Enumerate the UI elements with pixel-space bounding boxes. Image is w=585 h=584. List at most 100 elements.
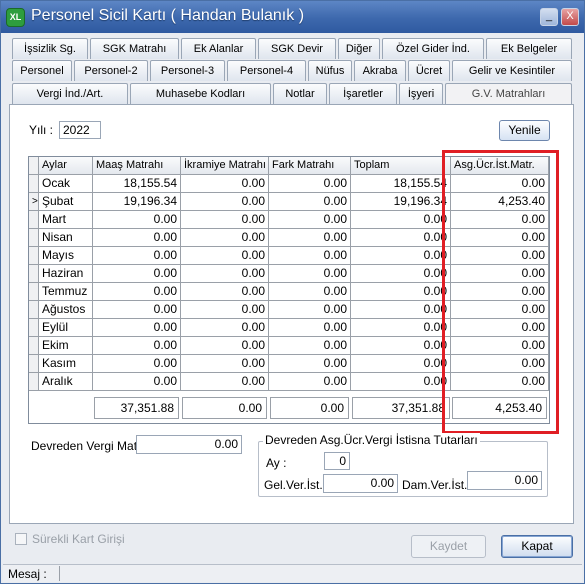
row-indicator[interactable] bbox=[29, 355, 39, 373]
grid-cell[interactable]: 0.00 bbox=[269, 247, 351, 265]
month-cell[interactable]: Ekim bbox=[39, 337, 93, 355]
grid-cell[interactable]: 0.00 bbox=[269, 373, 351, 391]
grid-cell[interactable]: 0.00 bbox=[93, 337, 181, 355]
grid-cell[interactable]: 0.00 bbox=[451, 247, 549, 265]
row-indicator[interactable] bbox=[29, 229, 39, 247]
minimize-button[interactable]: _ bbox=[540, 8, 558, 26]
tab-isyeri[interactable]: İşyeri bbox=[399, 83, 443, 104]
month-cell[interactable]: Kasım bbox=[39, 355, 93, 373]
grid-cell[interactable]: 0.00 bbox=[181, 355, 269, 373]
grid-cell[interactable]: 0.00 bbox=[269, 301, 351, 319]
tab-akraba[interactable]: Akraba bbox=[354, 60, 406, 81]
row-indicator[interactable] bbox=[29, 265, 39, 283]
grid-cell[interactable]: 0.00 bbox=[351, 211, 451, 229]
column-header[interactable]: Toplam bbox=[351, 157, 451, 175]
grid-cell[interactable]: 0.00 bbox=[269, 355, 351, 373]
tab-personel[interactable]: Personel bbox=[12, 60, 72, 81]
grid-cell[interactable]: 0.00 bbox=[451, 283, 549, 301]
grid-cell[interactable]: 0.00 bbox=[181, 175, 269, 193]
grid-cell[interactable]: 0.00 bbox=[351, 283, 451, 301]
grid-cell[interactable]: 18,155.54 bbox=[93, 175, 181, 193]
month-cell[interactable]: Mart bbox=[39, 211, 93, 229]
grid-cell[interactable]: 0.00 bbox=[181, 373, 269, 391]
month-cell[interactable]: Aralık bbox=[39, 373, 93, 391]
grid-cell[interactable]: 0.00 bbox=[451, 211, 549, 229]
row-indicator[interactable]: > bbox=[29, 193, 39, 211]
month-cell[interactable]: Şubat bbox=[39, 193, 93, 211]
row-indicator[interactable] bbox=[29, 301, 39, 319]
grid-cell[interactable]: 0.00 bbox=[451, 265, 549, 283]
grid-cell[interactable]: 0.00 bbox=[269, 229, 351, 247]
tab-issizlik[interactable]: İşsizlik Sg. bbox=[12, 38, 88, 59]
grid-cell[interactable]: 0.00 bbox=[181, 229, 269, 247]
column-header[interactable]: Fark Matrahı bbox=[269, 157, 351, 175]
tab-personel-2[interactable]: Personel-2 bbox=[74, 60, 148, 81]
grid-cell[interactable]: 0.00 bbox=[181, 301, 269, 319]
grid-cell[interactable]: 0.00 bbox=[351, 247, 451, 265]
grid-cell[interactable]: 0.00 bbox=[451, 337, 549, 355]
month-cell[interactable]: Ocak bbox=[39, 175, 93, 193]
grid-cell[interactable]: 0.00 bbox=[451, 319, 549, 337]
row-indicator[interactable] bbox=[29, 283, 39, 301]
tab-ucret[interactable]: Ücret bbox=[408, 60, 450, 81]
tab-sgk-devir[interactable]: SGK Devir bbox=[258, 38, 336, 59]
grid-cell[interactable]: 0.00 bbox=[181, 211, 269, 229]
tab-diger[interactable]: Diğer bbox=[338, 38, 380, 59]
grid-cell[interactable]: 0.00 bbox=[93, 373, 181, 391]
stamp-tax-exemption-input[interactable]: 0.00 bbox=[467, 471, 542, 490]
save-button[interactable]: Kaydet bbox=[411, 535, 486, 558]
column-header[interactable]: Aylar bbox=[39, 157, 93, 175]
grid-cell[interactable]: 0.00 bbox=[181, 247, 269, 265]
tab-sgk-matrah[interactable]: SGK Matrahı bbox=[90, 38, 179, 59]
title-bar[interactable]: XL Personel Sicil Kartı ( Handan Bulanık… bbox=[1, 1, 584, 33]
grid-cell[interactable]: 0.00 bbox=[269, 265, 351, 283]
tab-isaretler[interactable]: İşaretler bbox=[329, 83, 397, 104]
grid-cell[interactable]: 0.00 bbox=[451, 373, 549, 391]
close-window-button[interactable]: X bbox=[561, 8, 579, 26]
grid-cell[interactable]: 0.00 bbox=[181, 265, 269, 283]
grid-cell[interactable]: 4,253.40 bbox=[451, 193, 549, 211]
grid-cell[interactable]: 0.00 bbox=[93, 355, 181, 373]
row-indicator[interactable] bbox=[29, 337, 39, 355]
grid-cell[interactable]: 0.00 bbox=[93, 247, 181, 265]
continuous-entry-checkbox[interactable] bbox=[15, 533, 27, 545]
grid-cell[interactable]: 0.00 bbox=[351, 373, 451, 391]
grid-cell[interactable]: 0.00 bbox=[181, 283, 269, 301]
tab-gelir-kesintiler[interactable]: Gelir ve Kesintiler bbox=[452, 60, 572, 81]
tab-vergi-ind[interactable]: Vergi İnd./Art. bbox=[12, 83, 128, 104]
grid-cell[interactable]: 0.00 bbox=[269, 211, 351, 229]
tab-ek-alanlar[interactable]: Ek Alanlar bbox=[181, 38, 256, 59]
tab-notlar[interactable]: Notlar bbox=[273, 83, 327, 104]
grid-cell[interactable]: 0.00 bbox=[451, 229, 549, 247]
grid-cell[interactable]: 0.00 bbox=[181, 319, 269, 337]
tab-ek-belgeler[interactable]: Ek Belgeler bbox=[486, 38, 572, 59]
grid-cell[interactable]: 0.00 bbox=[451, 175, 549, 193]
tab-ozel-gider[interactable]: Özel Gider İnd. bbox=[382, 38, 484, 59]
grid-cell[interactable]: 19,196.34 bbox=[93, 193, 181, 211]
grid-cell[interactable]: 0.00 bbox=[93, 283, 181, 301]
grid-cell[interactable]: 0.00 bbox=[93, 211, 181, 229]
grid-cell[interactable]: 0.00 bbox=[351, 337, 451, 355]
grid-cell[interactable]: 0.00 bbox=[269, 283, 351, 301]
grid-cell[interactable]: 0.00 bbox=[351, 355, 451, 373]
row-indicator[interactable] bbox=[29, 175, 39, 193]
tab-nufus[interactable]: Nüfus bbox=[308, 60, 352, 81]
close-button[interactable]: Kapat bbox=[501, 535, 573, 558]
row-indicator[interactable] bbox=[29, 247, 39, 265]
row-indicator[interactable] bbox=[29, 319, 39, 337]
grid-cell[interactable]: 0.00 bbox=[269, 193, 351, 211]
column-header[interactable]: Maaş Matrahı bbox=[93, 157, 181, 175]
grid-cell[interactable]: 0.00 bbox=[269, 175, 351, 193]
column-header[interactable]: İkramiye Matrahı bbox=[181, 157, 269, 175]
tab-personel-4[interactable]: Personel-4 bbox=[227, 60, 306, 81]
refresh-button[interactable]: Yenile bbox=[499, 120, 550, 141]
income-tax-exemption-input[interactable]: 0.00 bbox=[323, 474, 398, 493]
month-cell[interactable]: Nisan bbox=[39, 229, 93, 247]
month-cell[interactable]: Temmuz bbox=[39, 283, 93, 301]
grid-cell[interactable]: 0.00 bbox=[451, 355, 549, 373]
grid-cell[interactable]: 0.00 bbox=[351, 265, 451, 283]
grid-cell[interactable]: 0.00 bbox=[93, 265, 181, 283]
month-cell[interactable]: Eylül bbox=[39, 319, 93, 337]
month-cell[interactable]: Haziran bbox=[39, 265, 93, 283]
month-cell[interactable]: Mayıs bbox=[39, 247, 93, 265]
